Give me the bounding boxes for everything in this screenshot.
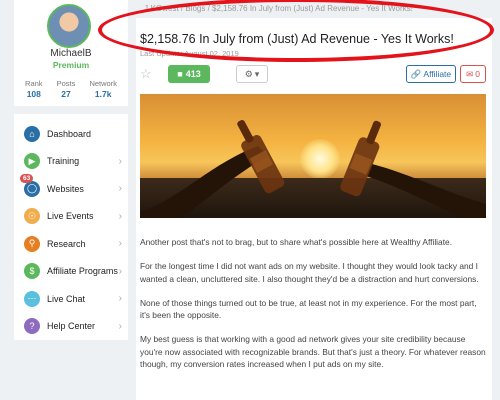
home-icon: ⌂	[24, 125, 40, 142]
mail-button[interactable]: ✉ 0	[460, 65, 486, 83]
chevron-right-icon: ›	[118, 265, 122, 277]
sidebar-item-training[interactable]: ▶ Training ›	[14, 148, 128, 176]
profile-username[interactable]: MichaelB	[14, 48, 128, 59]
help-icon: ?	[24, 318, 40, 335]
comment-icon: ■	[177, 69, 183, 79]
article-paragraph: For the longest time I did not want ads …	[140, 261, 479, 284]
article-paragraph: None of those things turned out to be tr…	[140, 297, 477, 321]
sidebar-item-label: Dashboard	[47, 128, 92, 139]
post-actions: ☆ ■ 413 ⚙ ▾ 🔗 Affiliate ✉ 0	[140, 64, 486, 84]
avatar[interactable]	[47, 4, 91, 48]
chevron-down-icon: ▾	[254, 68, 260, 79]
chevron-right-icon: ›	[118, 210, 122, 222]
sidebar-nav: ⌂ Dashboard ▶ Training › 63 ◯ Websites ›…	[14, 114, 128, 340]
broadcast-icon: ☉	[24, 208, 40, 225]
post-hero-image	[140, 94, 486, 218]
post-card: $2,158.76 In July from (Just) Ad Revenue…	[136, 18, 492, 400]
affiliate-button[interactable]: 🔗 Affiliate	[406, 65, 456, 83]
mail-count: 0	[475, 69, 480, 79]
profile-stats: Rank 108 Posts 27 Network 1.7k	[14, 79, 128, 99]
chevron-right-icon: ›	[118, 183, 122, 194]
sidebar-item-label: Training	[47, 156, 80, 167]
sidebar-item-help-center[interactable]: ? Help Center ›	[14, 313, 128, 341]
gear-icon: ⚙	[244, 68, 253, 79]
affiliate-label: Affiliate	[423, 69, 452, 79]
sidebar-item-label: Affiliate Programs	[47, 266, 118, 277]
stat-value: 27	[61, 89, 71, 99]
article-paragraph: Another post that's not to brag, but to …	[140, 237, 453, 247]
sidebar-item-label: Websites	[47, 183, 84, 194]
sidebar-item-label: Research	[47, 238, 86, 249]
profile-card: MichaelB Premium Rank 108 Posts 27 Netwo…	[14, 0, 128, 106]
research-icon: ⚲	[24, 235, 40, 252]
stat-posts[interactable]: Posts 27	[57, 79, 76, 99]
sidebar-item-dashboard[interactable]: ⌂ Dashboard	[14, 120, 128, 148]
membership-label: Premium	[52, 60, 90, 70]
mail-icon: ✉	[466, 68, 474, 79]
stat-value: 1.7k	[94, 89, 112, 99]
stat-network[interactable]: Network 1.7k	[89, 79, 117, 99]
stat-label: Posts	[56, 79, 76, 88]
sidebar-item-label: Live Events	[47, 211, 94, 222]
stat-label: Network	[89, 79, 117, 88]
comment-count: 413	[185, 69, 201, 79]
sidebar-item-affiliate-programs[interactable]: $ Affiliate Programs ›	[14, 258, 128, 286]
chevron-right-icon: ›	[118, 320, 122, 332]
play-icon: ▶	[24, 153, 40, 170]
settings-dropdown[interactable]: ⚙ ▾	[236, 65, 268, 83]
star-icon[interactable]: ☆	[140, 66, 152, 82]
sidebar-item-label: Help Center	[47, 321, 96, 332]
link-icon: 🔗	[410, 68, 422, 79]
article-paragraph: My best guess is that working with a goo…	[140, 334, 486, 370]
annotation-circle	[98, 0, 494, 62]
dollar-icon: $	[24, 263, 40, 280]
chat-icon: ⋯	[24, 290, 40, 307]
stat-rank[interactable]: Rank 108	[25, 79, 43, 99]
comments-button[interactable]: ■ 413	[168, 65, 210, 83]
toast-illustration	[140, 119, 486, 218]
article-body: Another post that's not to brag, but to …	[140, 236, 486, 382]
sidebar-item-label: Live Chat	[47, 293, 86, 304]
chevron-right-icon: ›	[118, 238, 122, 249]
chevron-right-icon: ›	[118, 293, 122, 304]
chevron-right-icon: ›	[118, 155, 122, 167]
sidebar-item-websites[interactable]: 63 ◯ Websites ›	[14, 174, 128, 203]
stat-label: Rank	[25, 79, 43, 88]
notification-badge: 63	[20, 174, 34, 183]
stat-value: 108	[26, 89, 41, 99]
sidebar-item-live-events[interactable]: ☉ Live Events ›	[14, 203, 128, 231]
globe-icon: ◯	[24, 180, 40, 197]
sidebar-item-research[interactable]: ⚲ Research ›	[14, 230, 128, 258]
sidebar-item-live-chat[interactable]: ⋯ Live Chat ›	[14, 285, 128, 313]
